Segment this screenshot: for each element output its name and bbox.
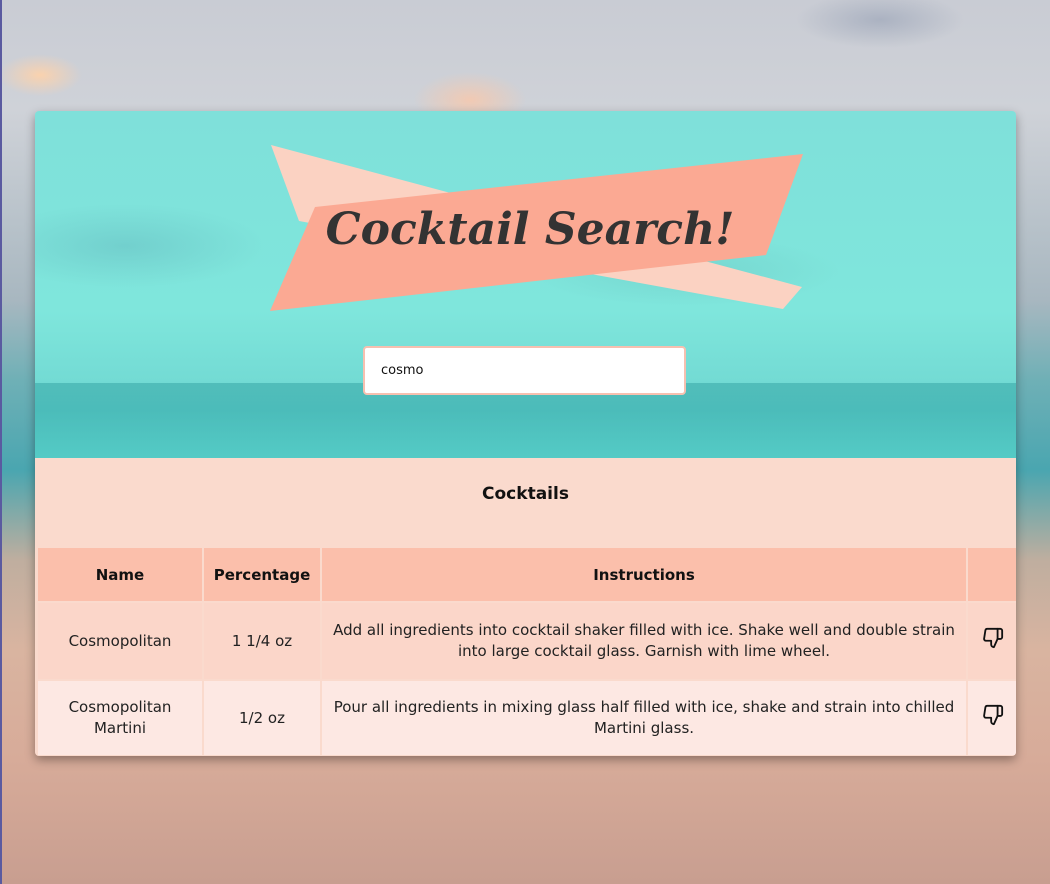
cell-instructions: Pour all ingredients in mixing glass hal… (322, 679, 966, 755)
cell-action (968, 603, 1016, 679)
column-header-name: Name (38, 548, 202, 603)
thumbs-down-icon[interactable] (982, 704, 1004, 726)
cell-percentage: 1 1/4 oz (204, 603, 320, 679)
hero-section: Cocktail Search! (35, 111, 1016, 458)
cell-name: Cosmopolitan Martini (38, 679, 202, 755)
cell-action (968, 679, 1016, 755)
results-section: Cocktails Name Percentage Instructions C… (35, 458, 1016, 756)
column-header-instructions: Instructions (322, 548, 966, 603)
window-edge (0, 0, 2, 884)
cocktails-table: Name Percentage Instructions Cosmopolita… (36, 548, 1016, 755)
search-input[interactable] (365, 348, 684, 393)
column-header-percentage: Percentage (204, 548, 320, 603)
table-row: Cosmopolitan Martini 1/2 oz Pour all ing… (38, 679, 1016, 755)
results-heading: Cocktails (482, 484, 569, 504)
title-banner: Cocktail Search! (269, 143, 805, 313)
cocktail-search-card: Cocktail Search! Cocktails Name Percenta… (35, 111, 1016, 756)
table-header-row: Name Percentage Instructions (38, 548, 1016, 603)
cell-name: Cosmopolitan (38, 603, 202, 679)
page-title: Cocktail Search! (325, 203, 735, 255)
cell-percentage: 1/2 oz (204, 679, 320, 755)
cell-instructions: Add all ingredients into cocktail shaker… (322, 603, 966, 679)
table-row: Cosmopolitan 1 1/4 oz Add all ingredient… (38, 603, 1016, 679)
column-header-action (968, 548, 1016, 603)
thumbs-down-icon[interactable] (982, 627, 1004, 649)
search-box[interactable] (363, 346, 686, 395)
